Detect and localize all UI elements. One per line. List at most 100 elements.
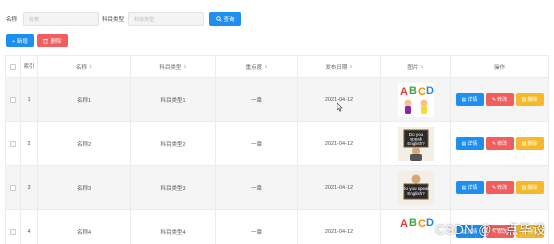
row-checkbox-cell [6,166,21,209]
table-row: 1 名称1 科目类型1 一章 2021-04-12 A B C D ▤ 详情 ✎… [6,78,548,122]
detail-button[interactable]: ▤ 详情 [455,93,484,106]
batch-delete-button[interactable]: 删除 [37,34,68,47]
row-date: 2021-04-12 [298,78,381,121]
row-type: 科目类型1 [131,78,216,121]
abcd-kids-image: A B C D [397,214,434,244]
detail-button[interactable]: ▤ 详情 [455,181,484,194]
header-state-label: 重点度 [245,64,263,71]
remove-label: 删除 [527,141,538,147]
row-type: 科目类型3 [131,166,216,209]
edit-label: 修改 [497,185,508,191]
svg-text:C: C [418,218,426,230]
row-checkbox[interactable] [10,140,16,147]
name-placeholder: 名称 [29,16,40,23]
table-row: 3 名称3 科目类型3 一章 2021-04-12 Do you speak E… [6,166,548,210]
sort-icon[interactable]: ⇕ [89,64,92,69]
add-button[interactable]: + 新增 [6,34,34,47]
row-name: 名称3 [38,166,131,209]
detail-icon: ▤ [461,140,467,147]
row-picture-cell: Do you speak English? [381,166,451,209]
sort-icon[interactable]: ⇕ [349,64,352,69]
name-input[interactable]: 名称 [23,12,100,26]
remove-label: 删除 [527,185,538,191]
header-picture[interactable]: 图片 ⇕ [381,56,451,77]
row-picture-cell: A B C D [381,78,451,121]
row-date: 2021-04-12 [298,122,381,165]
edit-label: 修改 [497,141,508,147]
row-checkbox[interactable] [10,228,16,235]
row-state: 一章 [216,78,298,121]
remove-button[interactable]: ▥ 删除 [515,137,544,150]
row-index: 1 [21,78,38,121]
edit-label: 修改 [497,97,508,103]
svg-text:English?: English? [407,141,425,146]
row-name: 名称1 [38,78,131,121]
row-actions: ▤ 详情 ✎ 修改 ▥ 删除 [451,78,548,121]
remove-button[interactable]: ▥ 删除 [515,181,544,194]
row-state: 一章 [216,122,298,165]
trash-icon [43,38,49,44]
header-state[interactable]: 重点度 ⇕ [216,56,298,77]
table-row: 2 名称2 科目类型2 一章 2021-04-12 Do you speak E… [6,122,548,166]
svg-text:B: B [409,85,417,97]
row-checkbox[interactable] [10,184,16,191]
search-icon [215,16,222,22]
header-index: 索引 [21,56,38,77]
row-picture-cell: Do you speak English? [381,122,451,165]
delete-label: 删除 [50,38,62,45]
header-type[interactable]: 科目类型 ⇕ [131,56,216,77]
header-name[interactable]: 名称 ⇕ [38,56,131,77]
svg-text:English?: English? [407,191,425,196]
detail-label: 详情 [467,185,478,191]
row-type: 科目类型2 [131,122,216,165]
remove-button[interactable]: ▥ 删除 [515,93,544,106]
header-name-label: 名称 [75,64,87,71]
detail-button[interactable]: ▤ 详情 [455,137,484,150]
row-state: 一章 [216,166,298,209]
edit-icon: ✎ [491,96,497,103]
trash-icon: ▥ [521,96,527,103]
type-label: 科目类型 [102,17,125,23]
edit-button[interactable]: ✎ 修改 [485,181,514,194]
row-name: 名称2 [38,122,131,165]
speak-english-sign-image: Do you speak English? [397,170,434,205]
header-picture-label: 图片 [407,64,419,71]
row-index: 3 [21,166,38,209]
edit-icon: ✎ [491,140,497,147]
edit-button[interactable]: ✎ 修改 [485,93,514,106]
header-date[interactable]: 发布日期 ⇕ [298,56,381,77]
row-checkbox[interactable] [10,96,16,103]
row-date: 2021-04-12 [298,210,381,244]
edit-icon: ✎ [491,184,497,191]
svg-text:D: D [426,85,434,97]
svg-text:B: B [409,217,417,229]
svg-text:C: C [418,86,426,98]
type-placeholder: 科目类型 [134,16,155,23]
add-label: + 新增 [12,38,28,45]
detail-icon: ▤ [461,96,467,103]
edit-button[interactable]: ✎ 修改 [485,137,514,150]
page: 名称 名称 科目类型 科目类型 查询 + 新增 删除 索引 名称 ⇕ 科目类型 … [0,0,554,244]
data-table: 索引 名称 ⇕ 科目类型 ⇕ 重点度 ⇕ 发布日期 ⇕ 图片 ⇕ 操作 1 名称1 科目类… [5,55,549,244]
sort-icon[interactable]: ⇕ [264,64,267,69]
detail-label: 详情 [467,141,478,147]
remove-label: 删除 [527,97,538,103]
row-date: 2021-04-12 [298,166,381,209]
query-button[interactable]: 查询 [209,12,242,26]
sort-icon[interactable]: ⇕ [420,64,423,69]
mouse-cursor-icon [337,103,343,112]
select-all-checkbox[interactable] [10,63,16,70]
type-input[interactable]: 科目类型 [128,12,205,26]
row-index: 2 [21,122,38,165]
row-type: 科目类型4 [131,210,216,244]
header-ops-label: 操作 [493,64,505,71]
row-checkbox-cell [6,210,21,244]
name-label: 名称 [6,17,18,23]
abcd-kids-image: A B C D [397,82,434,117]
watermark: CSDN @一点毕设 [435,222,546,237]
row-checkbox-cell [6,78,21,121]
sort-icon[interactable]: ⇕ [183,64,186,69]
svg-text:D: D [426,217,434,229]
header-checkbox-cell [6,56,21,77]
trash-icon: ▥ [521,184,527,191]
